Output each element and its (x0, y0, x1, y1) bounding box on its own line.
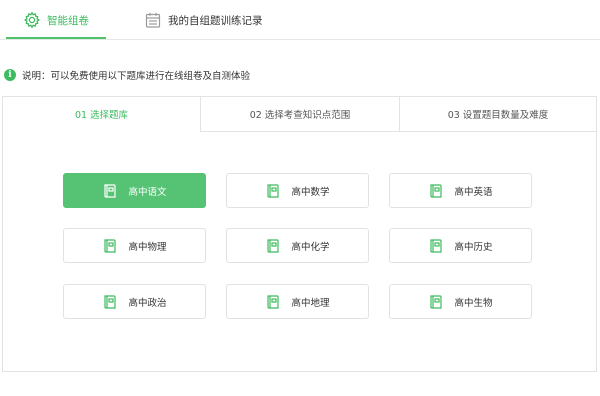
book-icon (102, 294, 118, 310)
subject-label: 高中生物 (454, 297, 493, 309)
subject-button-chinese[interactable]: 高中语文 (63, 173, 206, 208)
tab-smart-paper-label: 智能组卷 (47, 14, 89, 27)
subject-label: 高中政治 (128, 297, 167, 309)
book-icon (265, 294, 281, 310)
book-icon (428, 294, 444, 310)
book-icon (265, 183, 281, 199)
step-tab-quantity-difficulty[interactable]: 03 设置题目数量及难度 (399, 97, 596, 132)
subject-button-math[interactable]: 高中数学 (226, 173, 369, 208)
subject-label: 高中英语 (454, 186, 493, 198)
subject-label: 高中历史 (454, 241, 493, 253)
book-icon (102, 183, 118, 199)
subject-label: 高中语文 (128, 186, 167, 198)
info-icon: i (4, 69, 16, 81)
paper-builder-panel: 01 选择题库 02 选择考查知识点范围 03 设置题目数量及难度 高中语文 高… (2, 96, 597, 372)
book-icon (102, 238, 118, 254)
calendar-icon (144, 11, 162, 29)
subject-button-biology[interactable]: 高中生物 (389, 284, 532, 319)
tab-my-records-label: 我的自组题训练记录 (168, 14, 263, 27)
subject-label: 高中化学 (291, 241, 330, 253)
subject-label: 高中数学 (291, 186, 330, 198)
gear-icon (23, 11, 41, 29)
subject-button-history[interactable]: 高中历史 (389, 228, 532, 263)
step-tab-knowledge-scope[interactable]: 02 选择考查知识点范围 (200, 97, 399, 132)
step-tab-select-bank[interactable]: 01 选择题库 (3, 97, 200, 132)
book-icon (428, 183, 444, 199)
subject-button-chemistry[interactable]: 高中化学 (226, 228, 369, 263)
subject-label: 高中物理 (128, 241, 167, 253)
step-tabs: 01 选择题库 02 选择考查知识点范围 03 设置题目数量及难度 (3, 97, 596, 132)
book-icon (428, 238, 444, 254)
tab-my-records[interactable]: 我的自组题训练记录 (140, 0, 300, 40)
tab-smart-paper[interactable]: 智能组卷 (6, 0, 106, 40)
top-tab-bar: 智能组卷 我的自组题训练记录 (0, 0, 600, 40)
info-text: 说明：可以免费使用以下题库进行在线组卷及自测体验 (22, 71, 251, 82)
subject-button-politics[interactable]: 高中政治 (63, 284, 206, 319)
info-notice: i 说明：可以免费使用以下题库进行在线组卷及自测体验 (4, 67, 250, 83)
active-tab-underline (6, 37, 106, 39)
subject-button-english[interactable]: 高中英语 (389, 173, 532, 208)
book-icon (265, 238, 281, 254)
subject-button-geography[interactable]: 高中地理 (226, 284, 369, 319)
subject-button-physics[interactable]: 高中物理 (63, 228, 206, 263)
subject-label: 高中地理 (291, 297, 330, 309)
